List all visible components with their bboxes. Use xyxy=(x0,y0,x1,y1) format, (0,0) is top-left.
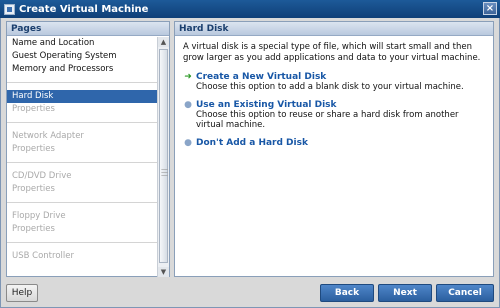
pages-header: Pages xyxy=(7,22,169,36)
divider xyxy=(7,122,157,123)
title-bar: Create Virtual Machine × xyxy=(0,0,500,18)
option-description: Choose this option to add a blank disk t… xyxy=(196,82,464,92)
option-description: Choose this option to reuse or share a h… xyxy=(196,110,459,130)
back-button[interactable]: Back xyxy=(320,284,374,302)
content-panel: Hard Disk A virtual disk is a special ty… xyxy=(174,21,494,277)
page-item-memory-processors[interactable]: Memory and Processors xyxy=(7,63,157,76)
help-button[interactable]: Help xyxy=(6,284,38,302)
divider xyxy=(7,82,157,83)
pages-panel: Pages Name and Location Guest Operating … xyxy=(6,21,170,277)
page-item-network-properties: Properties xyxy=(12,144,55,154)
bullet-icon: ● xyxy=(184,100,192,110)
next-button[interactable]: Next xyxy=(378,284,432,302)
page-item-hard-disk[interactable]: Hard Disk xyxy=(7,90,157,103)
divider xyxy=(7,202,157,203)
window-icon xyxy=(4,3,15,15)
option-title[interactable]: Use an Existing Virtual Disk xyxy=(196,100,337,110)
divider xyxy=(7,162,157,163)
page-item-floppy-drive: Floppy Drive xyxy=(12,211,66,221)
page-item-guest-os[interactable]: Guest Operating System xyxy=(7,50,157,63)
divider xyxy=(7,242,157,243)
page-item-name-and-location[interactable]: Name and Location xyxy=(7,37,157,50)
page-item-usb-controller: USB Controller xyxy=(12,251,74,261)
page-item-cd-dvd-drive: CD/DVD Drive xyxy=(12,171,72,181)
grip-icon: — — — xyxy=(161,165,168,179)
scroll-up-arrow-icon[interactable]: ▲ xyxy=(158,37,169,47)
option-title[interactable]: Don't Add a Hard Disk xyxy=(196,138,308,148)
arrow-right-icon: ➜ xyxy=(184,72,192,82)
option-title[interactable]: Create a New Virtual Disk xyxy=(196,72,326,82)
page-item-network-adapter: Network Adapter xyxy=(12,131,84,141)
option-no-hard-disk[interactable]: ● Don't Add a Hard Disk xyxy=(183,138,485,148)
option-create-new-disk[interactable]: ➜ Create a New Virtual Disk Choose this … xyxy=(183,72,485,92)
page-list: Name and Location Guest Operating System… xyxy=(7,37,157,263)
close-button[interactable]: × xyxy=(483,2,497,15)
page-item-floppy-properties: Properties xyxy=(12,224,55,234)
option-use-existing-disk[interactable]: ● Use an Existing Virtual Disk Choose th… xyxy=(183,100,485,130)
content-header: Hard Disk xyxy=(175,22,493,36)
bullet-icon: ● xyxy=(184,138,192,148)
page-item-hard-disk-properties: Properties xyxy=(12,104,55,114)
pages-scrollbar[interactable]: ▲ — — — ▼ xyxy=(157,37,169,277)
scroll-down-arrow-icon[interactable]: ▼ xyxy=(158,267,169,277)
cancel-button[interactable]: Cancel xyxy=(436,284,494,302)
page-item-cd-dvd-properties: Properties xyxy=(12,184,55,194)
intro-text: A virtual disk is a special type of file… xyxy=(183,42,481,63)
window-title: Create Virtual Machine xyxy=(19,3,149,15)
scroll-thumb[interactable]: — — — xyxy=(159,49,168,263)
